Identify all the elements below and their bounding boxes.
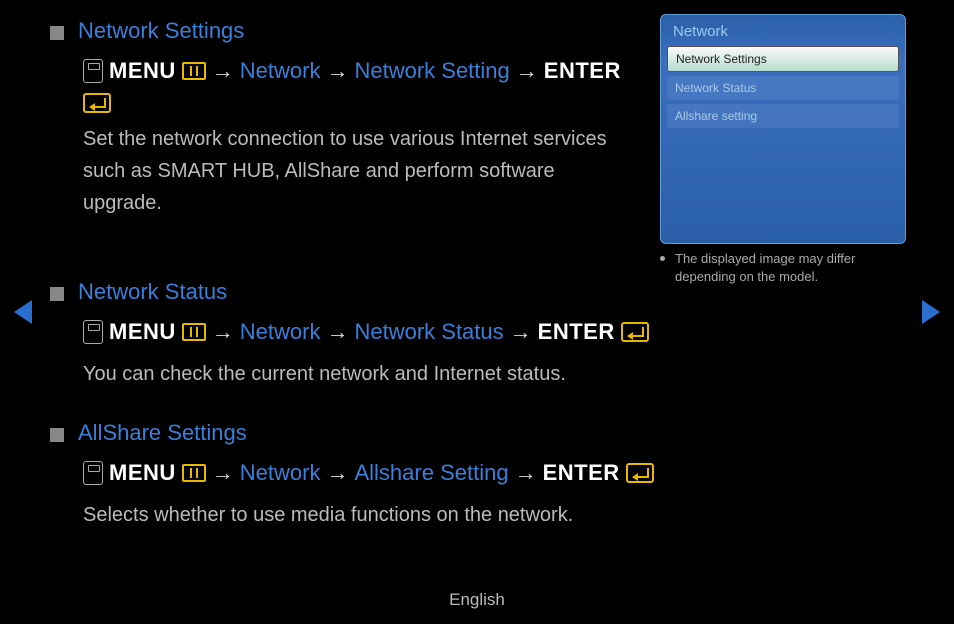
enter-label: ENTER	[538, 315, 615, 348]
menu-icon	[182, 464, 206, 482]
section-description: You can check the current network and In…	[83, 358, 883, 390]
menu-label: MENU	[109, 54, 176, 87]
path-step-network-setting: Network Setting	[354, 54, 509, 87]
arrow-icon: →	[212, 54, 234, 87]
arrow-icon: →	[326, 54, 348, 87]
next-page-arrow[interactable]	[922, 300, 940, 324]
enter-label: ENTER	[543, 456, 620, 489]
arrow-icon: →	[510, 315, 532, 348]
arrow-icon: →	[326, 315, 348, 348]
panel-title: Network	[667, 21, 899, 46]
arrow-icon: →	[516, 54, 538, 87]
menu-icon	[182, 62, 206, 80]
remote-icon	[83, 461, 103, 485]
path-step-network: Network	[240, 315, 321, 348]
enter-icon	[621, 322, 649, 342]
arrow-icon: →	[326, 456, 348, 489]
menu-label: MENU	[109, 456, 176, 489]
menu-path: MENU → Network → Allshare Setting → ENTE…	[83, 456, 883, 489]
remote-icon	[83, 59, 103, 83]
bullet-icon	[50, 428, 64, 442]
enter-icon	[83, 93, 111, 113]
path-step-allshare-setting: Allshare Setting	[354, 456, 508, 489]
bullet-dot-icon	[660, 256, 665, 261]
remote-icon	[83, 320, 103, 344]
menu-path: MENU → Network → Network Status → ENTER	[83, 315, 883, 348]
section-description: Set the network connection to use variou…	[83, 123, 623, 219]
path-step-network: Network	[240, 456, 321, 489]
enter-label: ENTER	[544, 54, 621, 87]
section-title: Network Settings	[78, 18, 244, 44]
menu-label: MENU	[109, 315, 176, 348]
path-step-network: Network	[240, 54, 321, 87]
panel-item-network-settings[interactable]: Network Settings	[667, 46, 899, 72]
section-title: Network Status	[78, 279, 227, 305]
prev-page-arrow[interactable]	[14, 300, 32, 324]
section-allshare-settings: AllShare Settings MENU → Network → Allsh…	[50, 420, 904, 531]
section-network-status: Network Status MENU → Network → Network …	[50, 279, 904, 390]
panel-item-allshare-setting[interactable]: Allshare setting	[667, 104, 899, 128]
arrow-icon: →	[515, 456, 537, 489]
menu-icon	[182, 323, 206, 341]
menu-path: MENU → Network → Network Setting → ENTER	[83, 54, 643, 113]
panel-note-text: The displayed image may differ depending…	[675, 250, 906, 286]
section-description: Selects whether to use media functions o…	[83, 499, 883, 531]
path-step-network-status: Network Status	[354, 315, 503, 348]
bullet-icon	[50, 26, 64, 40]
bullet-icon	[50, 287, 64, 301]
arrow-icon: →	[212, 456, 234, 489]
enter-icon	[626, 463, 654, 483]
panel-note: The displayed image may differ depending…	[660, 250, 906, 286]
arrow-icon: →	[212, 315, 234, 348]
panel-item-network-status[interactable]: Network Status	[667, 76, 899, 100]
section-title: AllShare Settings	[78, 420, 247, 446]
language-label: English	[0, 590, 954, 610]
network-panel: Network Network Settings Network Status …	[660, 14, 906, 244]
